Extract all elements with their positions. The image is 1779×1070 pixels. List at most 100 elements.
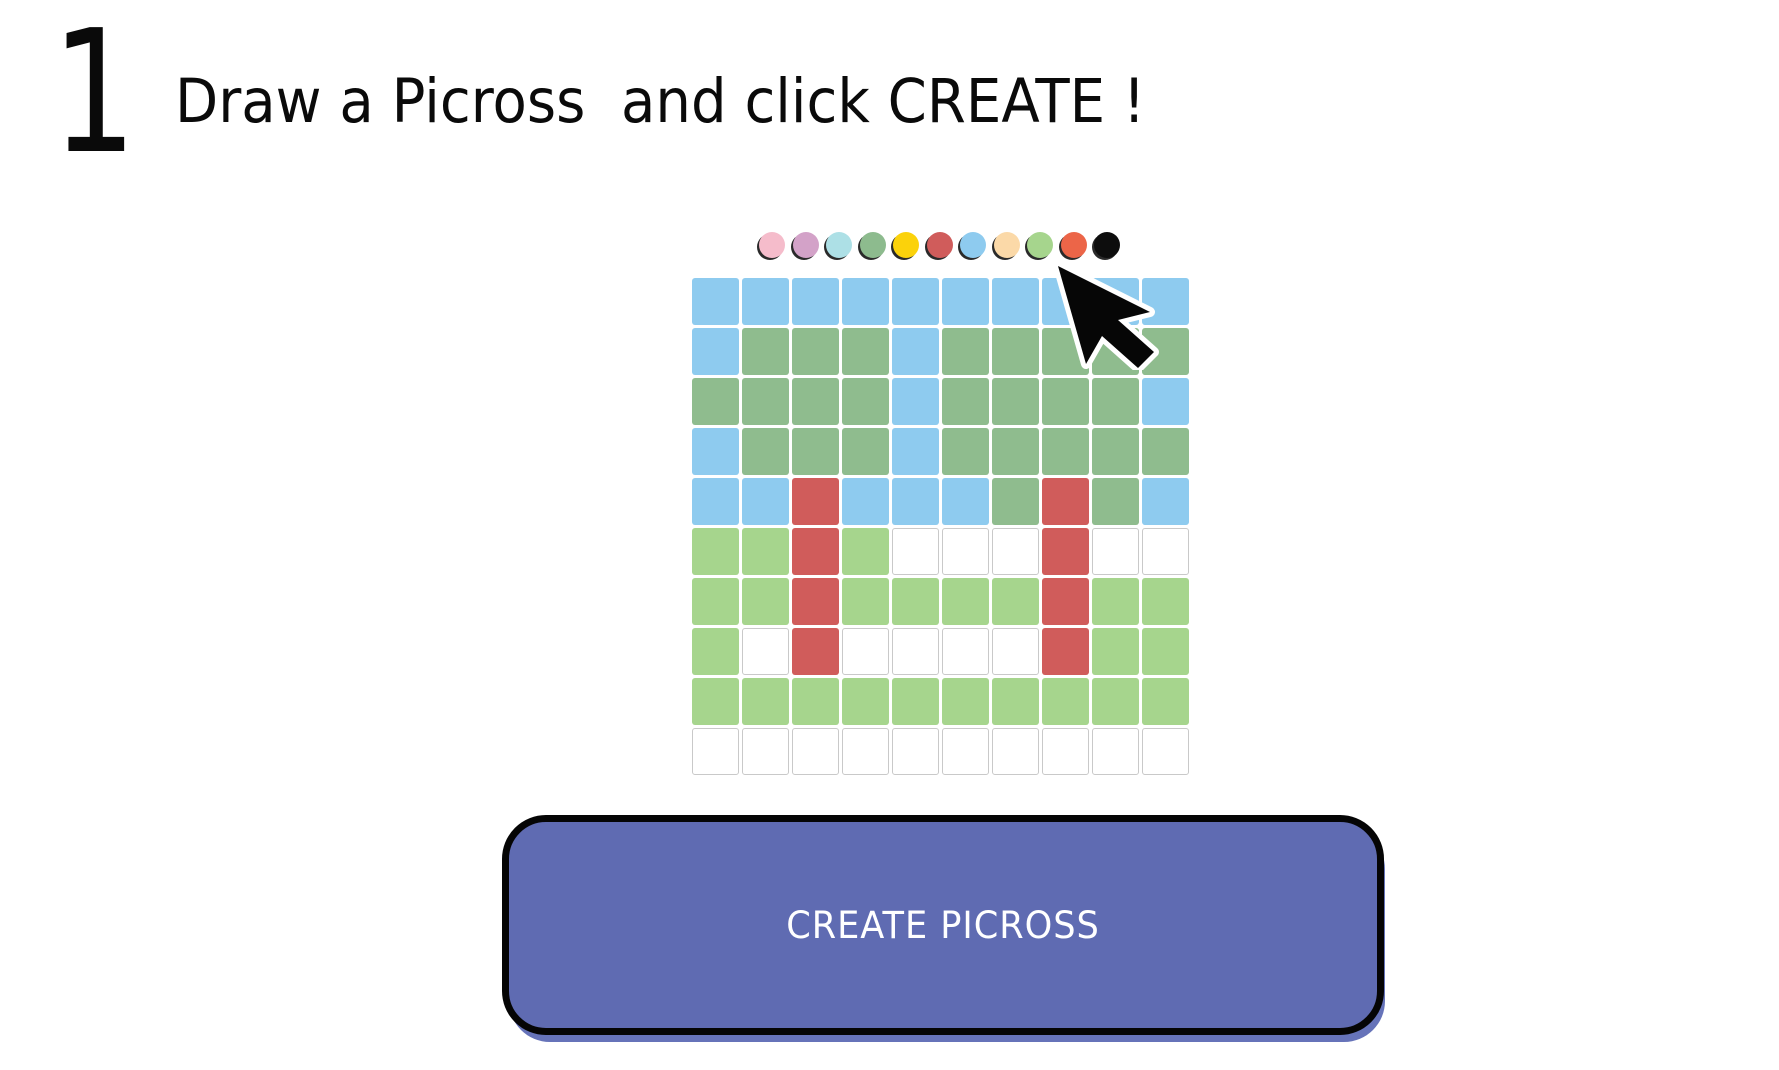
grid-cell-r7-c2[interactable] <box>742 578 789 625</box>
grid-cell-r10-c9[interactable] <box>1092 728 1139 775</box>
grid-cell-r9-c7[interactable] <box>992 678 1039 725</box>
grid-cell-r1-c6[interactable] <box>942 278 989 325</box>
grid-cell-r3-c10[interactable] <box>1142 378 1189 425</box>
grid-cell-r2-c4[interactable] <box>842 328 889 375</box>
grid-cell-r3-c7[interactable] <box>992 378 1039 425</box>
grid-cell-r10-c8[interactable] <box>1042 728 1089 775</box>
grid-cell-r9-c9[interactable] <box>1092 678 1139 725</box>
grid-cell-r2-c2[interactable] <box>742 328 789 375</box>
grid-cell-r4-c9[interactable] <box>1092 428 1139 475</box>
color-swatch-sky-blue[interactable] <box>960 232 986 258</box>
grid-cell-r9-c8[interactable] <box>1042 678 1089 725</box>
grid-cell-r5-c2[interactable] <box>742 478 789 525</box>
color-swatch-orange-red[interactable] <box>1060 232 1087 258</box>
grid-cell-r2-c5[interactable] <box>892 328 939 375</box>
grid-cell-r6-c5[interactable] <box>892 528 939 575</box>
grid-cell-r10-c1[interactable] <box>692 728 739 775</box>
grid-cell-r4-c3[interactable] <box>792 428 839 475</box>
grid-cell-r6-c8[interactable] <box>1042 528 1089 575</box>
grid-cell-r7-c1[interactable] <box>692 578 739 625</box>
grid-cell-r9-c10[interactable] <box>1142 678 1189 725</box>
grid-cell-r7-c4[interactable] <box>842 578 889 625</box>
color-swatch-peach[interactable] <box>993 232 1020 258</box>
grid-cell-r3-c1[interactable] <box>692 378 739 425</box>
grid-cell-r1-c3[interactable] <box>792 278 839 325</box>
grid-cell-r10-c10[interactable] <box>1142 728 1189 775</box>
grid-cell-r8-c7[interactable] <box>992 628 1039 675</box>
grid-cell-r6-c2[interactable] <box>742 528 789 575</box>
grid-cell-r6-c9[interactable] <box>1092 528 1139 575</box>
grid-cell-r3-c9[interactable] <box>1092 378 1139 425</box>
color-swatch-pink[interactable] <box>759 232 785 258</box>
grid-cell-r9-c1[interactable] <box>692 678 739 725</box>
grid-cell-r4-c2[interactable] <box>742 428 789 475</box>
grid-cell-r7-c3[interactable] <box>792 578 839 625</box>
grid-cell-r3-c4[interactable] <box>842 378 889 425</box>
grid-cell-r9-c4[interactable] <box>842 678 889 725</box>
grid-cell-r6-c6[interactable] <box>942 528 989 575</box>
color-swatch-light-green[interactable] <box>1027 232 1053 258</box>
grid-cell-r5-c7[interactable] <box>992 478 1039 525</box>
grid-cell-r1-c4[interactable] <box>842 278 889 325</box>
grid-cell-r7-c10[interactable] <box>1142 578 1189 625</box>
grid-cell-r4-c8[interactable] <box>1042 428 1089 475</box>
grid-cell-r4-c7[interactable] <box>992 428 1039 475</box>
grid-cell-r9-c6[interactable] <box>942 678 989 725</box>
grid-cell-r5-c10[interactable] <box>1142 478 1189 525</box>
grid-cell-r6-c7[interactable] <box>992 528 1039 575</box>
grid-cell-r10-c4[interactable] <box>842 728 889 775</box>
grid-cell-r8-c9[interactable] <box>1092 628 1139 675</box>
grid-cell-r8-c4[interactable] <box>842 628 889 675</box>
color-swatch-red[interactable] <box>926 232 953 258</box>
grid-cell-r1-c5[interactable] <box>892 278 939 325</box>
grid-cell-r3-c5[interactable] <box>892 378 939 425</box>
color-swatch-sage-green[interactable] <box>859 232 886 258</box>
grid-cell-r8-c3[interactable] <box>792 628 839 675</box>
grid-cell-r8-c10[interactable] <box>1142 628 1189 675</box>
grid-cell-r10-c2[interactable] <box>742 728 789 775</box>
grid-cell-r2-c1[interactable] <box>692 328 739 375</box>
grid-cell-r3-c8[interactable] <box>1042 378 1089 425</box>
grid-cell-r5-c4[interactable] <box>842 478 889 525</box>
grid-cell-r7-c8[interactable] <box>1042 578 1089 625</box>
grid-cell-r2-c7[interactable] <box>992 328 1039 375</box>
grid-cell-r1-c2[interactable] <box>742 278 789 325</box>
grid-cell-r2-c3[interactable] <box>792 328 839 375</box>
color-swatch-black[interactable] <box>1094 232 1120 258</box>
grid-cell-r8-c2[interactable] <box>742 628 789 675</box>
grid-cell-r10-c6[interactable] <box>942 728 989 775</box>
grid-cell-r2-c6[interactable] <box>942 328 989 375</box>
grid-cell-r8-c8[interactable] <box>1042 628 1089 675</box>
grid-cell-r8-c5[interactable] <box>892 628 939 675</box>
grid-cell-r6-c1[interactable] <box>692 528 739 575</box>
grid-cell-r3-c3[interactable] <box>792 378 839 425</box>
color-swatch-lilac[interactable] <box>792 232 819 258</box>
grid-cell-r7-c7[interactable] <box>992 578 1039 625</box>
color-swatch-yellow[interactable] <box>893 232 919 258</box>
grid-cell-r4-c4[interactable] <box>842 428 889 475</box>
grid-cell-r9-c5[interactable] <box>892 678 939 725</box>
grid-cell-r1-c7[interactable] <box>992 278 1039 325</box>
grid-cell-r7-c9[interactable] <box>1092 578 1139 625</box>
grid-cell-r5-c3[interactable] <box>792 478 839 525</box>
grid-cell-r5-c5[interactable] <box>892 478 939 525</box>
grid-cell-r7-c5[interactable] <box>892 578 939 625</box>
grid-cell-r4-c6[interactable] <box>942 428 989 475</box>
grid-cell-r5-c9[interactable] <box>1092 478 1139 525</box>
grid-cell-r3-c6[interactable] <box>942 378 989 425</box>
grid-cell-r10-c7[interactable] <box>992 728 1039 775</box>
grid-cell-r5-c8[interactable] <box>1042 478 1089 525</box>
grid-cell-r4-c5[interactable] <box>892 428 939 475</box>
grid-cell-r6-c10[interactable] <box>1142 528 1189 575</box>
color-swatch-light-cyan[interactable] <box>826 232 852 258</box>
grid-cell-r3-c2[interactable] <box>742 378 789 425</box>
grid-cell-r4-c10[interactable] <box>1142 428 1189 475</box>
grid-cell-r8-c6[interactable] <box>942 628 989 675</box>
grid-cell-r8-c1[interactable] <box>692 628 739 675</box>
grid-cell-r5-c1[interactable] <box>692 478 739 525</box>
grid-cell-r1-c1[interactable] <box>692 278 739 325</box>
grid-cell-r5-c6[interactable] <box>942 478 989 525</box>
grid-cell-r10-c3[interactable] <box>792 728 839 775</box>
grid-cell-r10-c5[interactable] <box>892 728 939 775</box>
grid-cell-r9-c3[interactable] <box>792 678 839 725</box>
